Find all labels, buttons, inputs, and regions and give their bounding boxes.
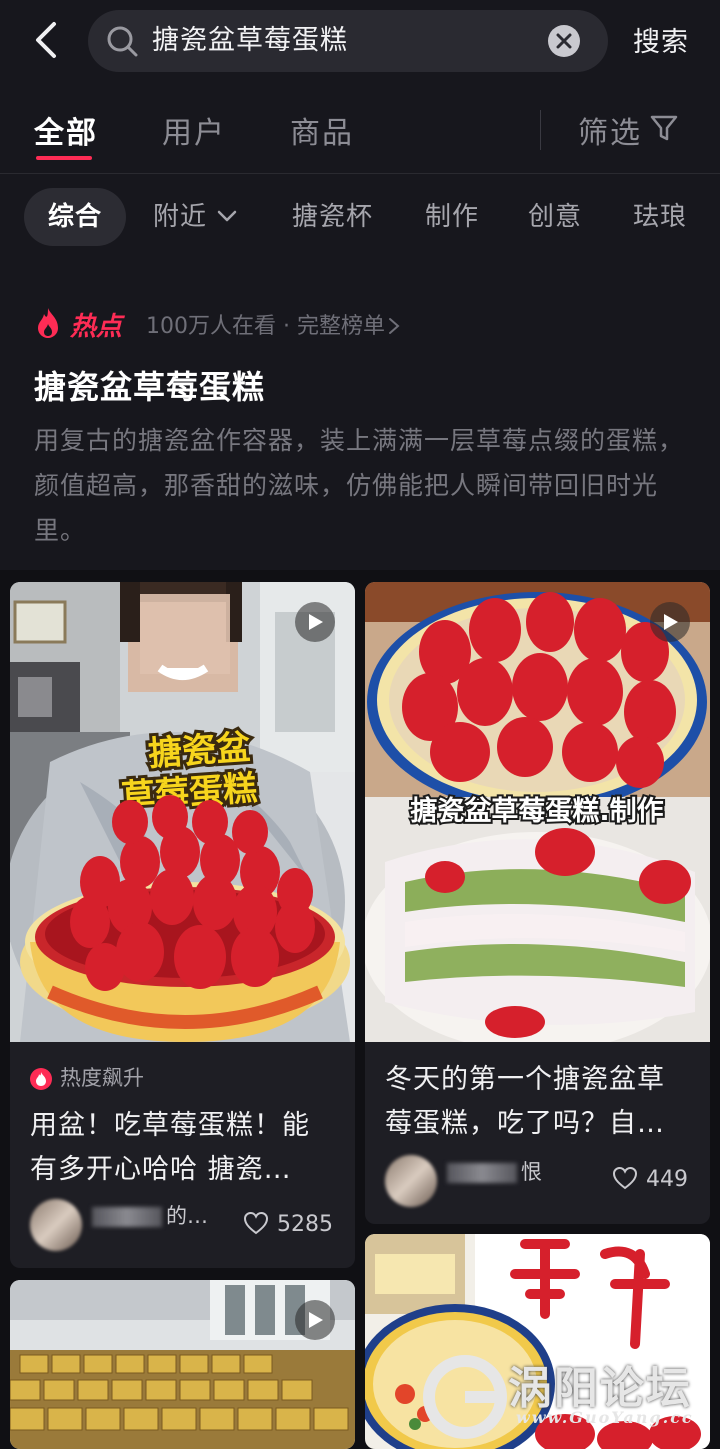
chevron-down-icon	[217, 210, 237, 221]
thumbnail-overlay-text: 搪瓷盆草莓蛋糕.制作	[410, 795, 663, 827]
flame-icon	[38, 308, 58, 338]
hot-meta-text: 100万人在看 · 完整榜单	[146, 314, 385, 339]
chip-comprehensive[interactable]: 综合	[24, 188, 127, 246]
author-name[interactable]: 恨	[447, 1156, 542, 1186]
flame-icon	[30, 1068, 52, 1090]
chip-enamel-cup[interactable]: 搪瓷杯	[292, 188, 373, 246]
author-suffix: 恨	[521, 1160, 542, 1184]
blurred-name	[92, 1207, 162, 1227]
chevron-left-icon	[36, 22, 56, 58]
filter-label: 筛选	[578, 116, 642, 151]
feed-card[interactable]: 搪瓷盆 草莓蛋糕 热度飙升 用盆！吃草莓蛋糕！能有多开心哈哈 搪瓷… 的… 52…	[10, 582, 355, 1268]
watermark-text: 涡阳论坛	[508, 1363, 692, 1414]
active-tab-indicator	[36, 156, 92, 160]
badge-label: 热度飙升	[60, 1066, 144, 1090]
watermark-logo-icon	[423, 1355, 507, 1439]
close-icon	[556, 33, 572, 49]
search-button[interactable]: 搜索	[633, 20, 689, 59]
play-icon	[295, 602, 335, 642]
like-count-value: 5285	[277, 1212, 333, 1237]
hot-meta-link[interactable]: 100万人在看 · 完整榜单	[146, 308, 401, 340]
tab-users[interactable]: 用户	[162, 108, 226, 152]
watermark-url: www.GuoYang.cc	[516, 1408, 694, 1427]
video-thumbnail: 搪瓷盆 草莓蛋糕	[10, 582, 355, 1042]
filter-icon	[650, 115, 678, 141]
back-button[interactable]	[26, 18, 70, 62]
clear-button[interactable]	[548, 25, 580, 57]
search-query[interactable]: 搪瓷盆草莓蛋糕	[152, 10, 348, 72]
like-count-value: 449	[646, 1167, 688, 1192]
author-suffix: 的…	[166, 1204, 208, 1228]
heart-icon	[243, 1211, 269, 1235]
blurred-name	[447, 1163, 517, 1183]
search-icon	[107, 26, 138, 57]
heart-icon	[612, 1166, 638, 1190]
tab-products[interactable]: 商品	[290, 108, 354, 152]
chip-nearby-label: 附近	[153, 202, 208, 232]
chip-creative[interactable]: 创意	[528, 188, 582, 246]
chip-enamel[interactable]: 珐琅	[633, 188, 687, 246]
like-count[interactable]: 449	[612, 1166, 688, 1192]
play-icon	[650, 602, 690, 642]
avatar[interactable]	[30, 1199, 82, 1251]
main-tabs: 全部 用户 商品 筛选	[0, 96, 720, 174]
video-thumbnail: 搪瓷盆草莓蛋糕.制作	[365, 582, 710, 1042]
play-icon	[295, 1300, 335, 1340]
trending-badge: 热度飙升	[30, 1062, 144, 1092]
chevron-right-icon	[388, 317, 400, 334]
chip-making[interactable]: 制作	[425, 188, 479, 246]
hot-description: 用复古的搪瓷盆作容器，装上满满一层草莓点缀的蛋糕，颜值超高，那香甜的滋味，仿佛能…	[34, 426, 685, 545]
search-input[interactable]: 搪瓷盆草莓蛋糕	[88, 10, 608, 72]
hot-title: 搪瓷盆草莓蛋糕	[34, 368, 266, 406]
avatar[interactable]	[385, 1155, 437, 1207]
svg-text:搪瓷盆: 搪瓷盆	[147, 728, 252, 775]
author-name[interactable]: 的…	[92, 1200, 208, 1230]
hot-label: 热点	[70, 312, 123, 342]
watermark: 涡阳论坛 www.GuoYang.cc	[420, 1352, 720, 1442]
divider	[540, 110, 541, 150]
chip-nearby[interactable]: 附近	[153, 188, 237, 246]
card-title: 用盆！吃草莓蛋糕！能有多开心哈哈 搪瓷…	[30, 1110, 310, 1185]
hot-topic-card[interactable]: 热点 100万人在看 · 完整榜单 搪瓷盆草莓蛋糕 用复古的搪瓷盆作容器，装上满…	[0, 300, 720, 570]
filter-button[interactable]: 筛选	[578, 108, 678, 152]
sort-chips: 综合 附近 搪瓷杯 制作 创意 珐琅	[0, 188, 720, 246]
card-title: 冬天的第一个搪瓷盆草莓蛋糕，吃了吗？自…	[385, 1064, 665, 1139]
top-bar: 搪瓷盆草莓蛋糕 搜索	[0, 0, 720, 84]
like-count[interactable]: 5285	[243, 1211, 333, 1237]
feed-card[interactable]: 搪瓷盆草莓蛋糕.制作 冬天的第一个搪瓷盆草莓蛋糕，吃了吗？自… 恨 449	[365, 582, 710, 1224]
feed-card[interactable]	[10, 1280, 355, 1449]
tab-all[interactable]: 全部	[34, 108, 98, 152]
